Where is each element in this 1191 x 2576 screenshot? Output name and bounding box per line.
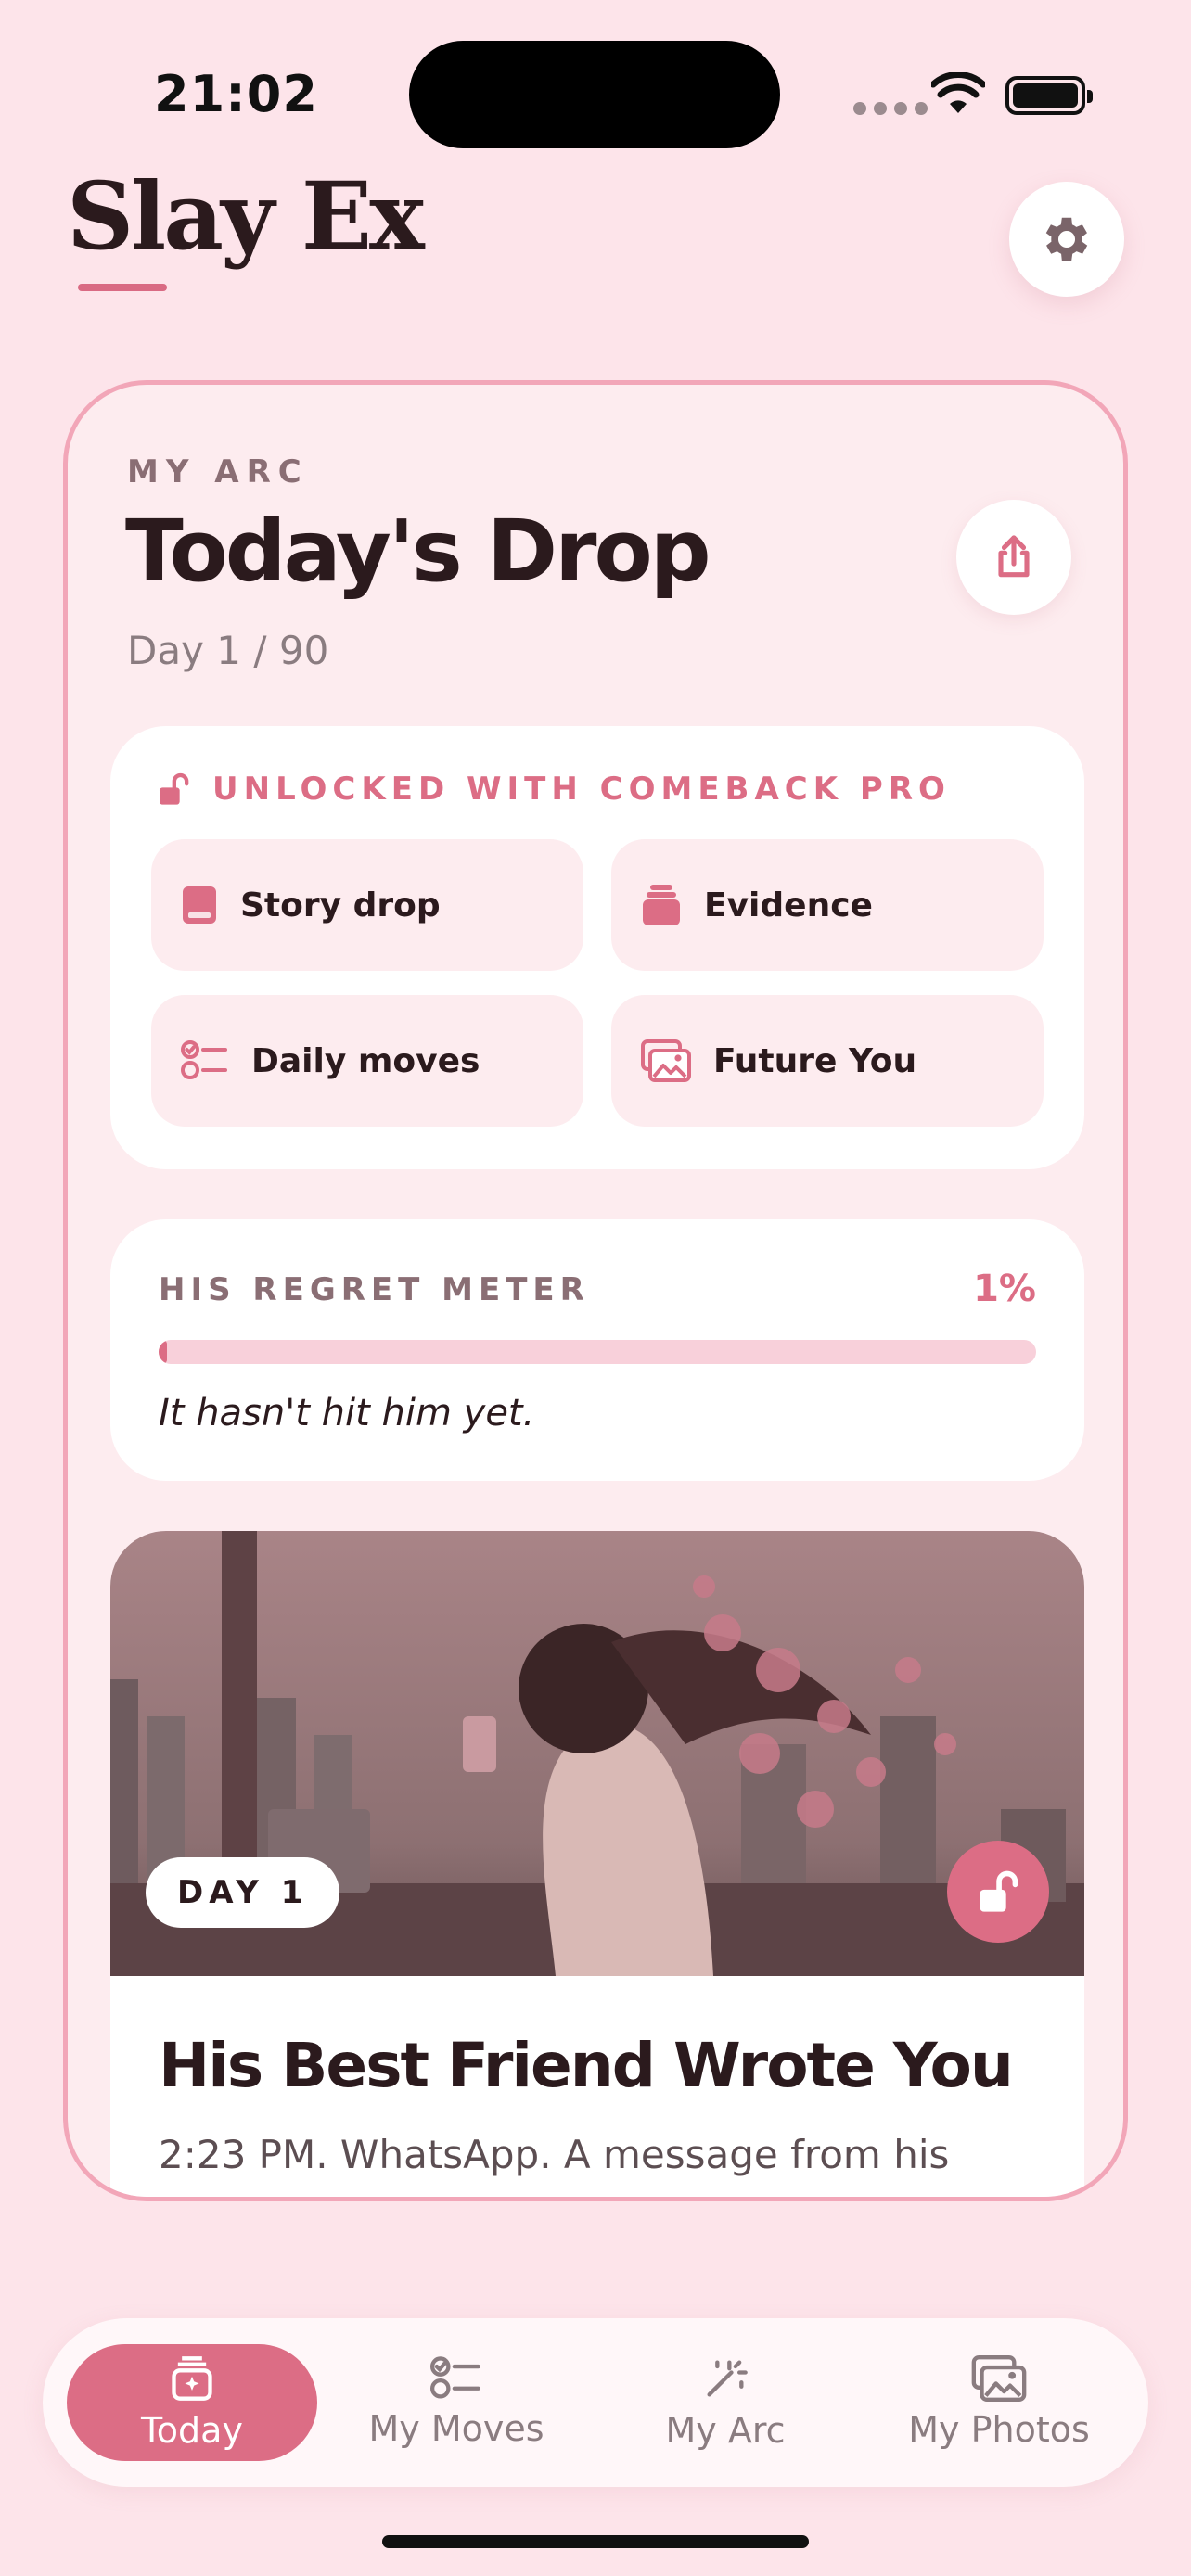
unlock-story-button[interactable] — [947, 1841, 1049, 1943]
home-indicator — [382, 2535, 809, 2548]
checklist-icon — [181, 1040, 227, 1079]
dynamic-island — [409, 41, 780, 148]
regret-meter-track — [159, 1340, 1036, 1364]
regret-meter-fill — [159, 1340, 168, 1364]
tab-my-arc[interactable]: My Arc — [605, 2344, 846, 2461]
share-button[interactable] — [956, 500, 1071, 615]
tab-my-photos[interactable]: My Photos — [874, 2344, 1124, 2461]
unlock-icon — [160, 772, 189, 805]
battery-icon — [1005, 76, 1093, 115]
unlocked-label: UNLOCKED WITH COMEBACK PRO — [212, 771, 951, 808]
title-underline — [78, 284, 167, 291]
today-icon — [172, 2356, 212, 2401]
share-icon — [998, 535, 1030, 578]
todays-drop-card: MY ARC Today's Drop Day 1 / 90 UNLOCKED … — [63, 380, 1128, 2201]
story-card[interactable]: DAY 1 His Best Friend Wrote You 2:23 PM.… — [110, 1531, 1084, 2197]
stack-icon — [643, 885, 680, 925]
magic-wand-icon — [707, 2360, 748, 2397]
settings-button[interactable] — [1009, 182, 1124, 297]
app-title: Slay Ex — [67, 161, 425, 271]
regret-meter-card: HIS REGRET METER 1% It hasn't hit him ye… — [110, 1219, 1084, 1481]
cellular-signal-icon — [853, 102, 928, 115]
regret-meter-title: HIS REGRET METER — [159, 1271, 590, 1308]
tab-my-moves[interactable]: My Moves — [336, 2344, 577, 2461]
feature-label: Daily moves — [251, 1041, 480, 1080]
checklist-icon — [430, 2356, 480, 2399]
tab-today[interactable]: Today — [67, 2344, 317, 2461]
unlock-icon — [980, 1870, 1018, 1912]
status-bar: 21:02 — [0, 0, 1191, 185]
feature-future-you[interactable]: Future You — [611, 995, 1044, 1127]
photos-icon — [641, 1039, 691, 1082]
status-time: 21:02 — [154, 65, 318, 123]
feature-story-drop[interactable]: Story drop — [151, 839, 583, 971]
tab-bar: Today My Moves My Arc My Photos — [43, 2318, 1148, 2487]
feature-evidence[interactable]: Evidence — [611, 839, 1044, 971]
unlocked-features-card: UNLOCKED WITH COMEBACK PRO Story drop Ev… — [110, 726, 1084, 1169]
day-counter: Day 1 / 90 — [127, 628, 329, 673]
gear-icon — [1045, 217, 1088, 261]
section-eyebrow: MY ARC — [127, 453, 309, 491]
tab-label: My Moves — [368, 2408, 544, 2449]
photos-icon — [971, 2355, 1027, 2402]
feature-label: Evidence — [704, 886, 873, 925]
unlocked-header: UNLOCKED WITH COMEBACK PRO — [155, 771, 951, 808]
tab-label: My Photos — [908, 2409, 1090, 2450]
tab-label: Today — [141, 2410, 243, 2451]
regret-meter-caption: It hasn't hit him yet. — [159, 1392, 535, 1435]
story-title: His Best Friend Wrote You — [159, 2030, 1014, 2101]
feature-label: Story drop — [240, 886, 441, 925]
regret-meter-value: 1% — [973, 1268, 1036, 1310]
tab-label: My Arc — [665, 2410, 786, 2451]
day-badge: DAY 1 — [146, 1857, 340, 1928]
page-heading: Today's Drop — [125, 502, 711, 601]
feature-label: Future You — [713, 1041, 917, 1080]
feature-daily-moves[interactable]: Daily moves — [151, 995, 583, 1127]
story-snippet: 2:23 PM. WhatsApp. A message from his — [159, 2132, 950, 2177]
book-icon — [183, 886, 216, 924]
wifi-icon — [931, 72, 985, 113]
